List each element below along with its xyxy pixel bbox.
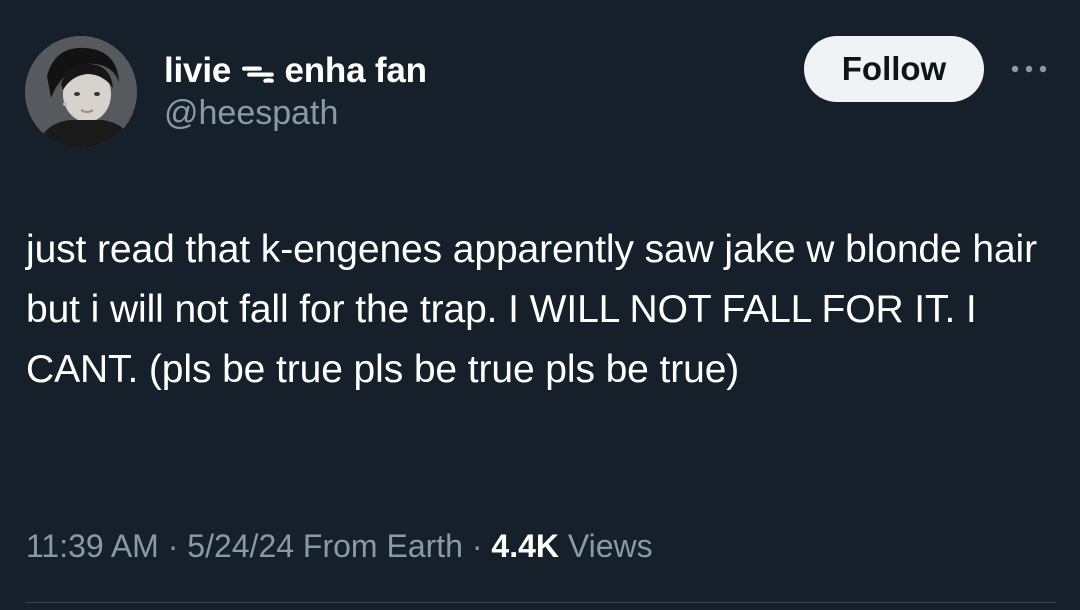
follow-button[interactable]: Follow: [804, 36, 984, 102]
tweet-card: livie ᯓ enha fan @heespath Follow just r…: [0, 0, 1080, 610]
tweet-meta: 11:39 AM · 5/24/24 From Earth · 4.4K Vie…: [26, 528, 653, 565]
author-handle[interactable]: @heespath: [164, 94, 338, 133]
tweet-time[interactable]: 11:39 AM: [26, 528, 159, 564]
meta-separator: ·: [462, 528, 492, 564]
more-horizontal-icon: [1011, 65, 1047, 73]
tweet-source: From Earth: [294, 528, 463, 564]
tweet-text: just read that k-engenes apparently saw …: [26, 228, 1037, 391]
author-avatar[interactable]: [25, 36, 137, 148]
avatar-photo-icon: [25, 36, 137, 148]
tweet-date[interactable]: 5/24/24: [187, 528, 294, 564]
author-display-name[interactable]: livie ᯓ enha fan: [164, 46, 427, 93]
meta-separator: ·: [158, 528, 188, 564]
views-count[interactable]: 4.4K: [491, 528, 559, 564]
divider: [26, 602, 1056, 603]
views-label: Views: [558, 528, 653, 564]
more-options-button[interactable]: [1006, 52, 1052, 86]
